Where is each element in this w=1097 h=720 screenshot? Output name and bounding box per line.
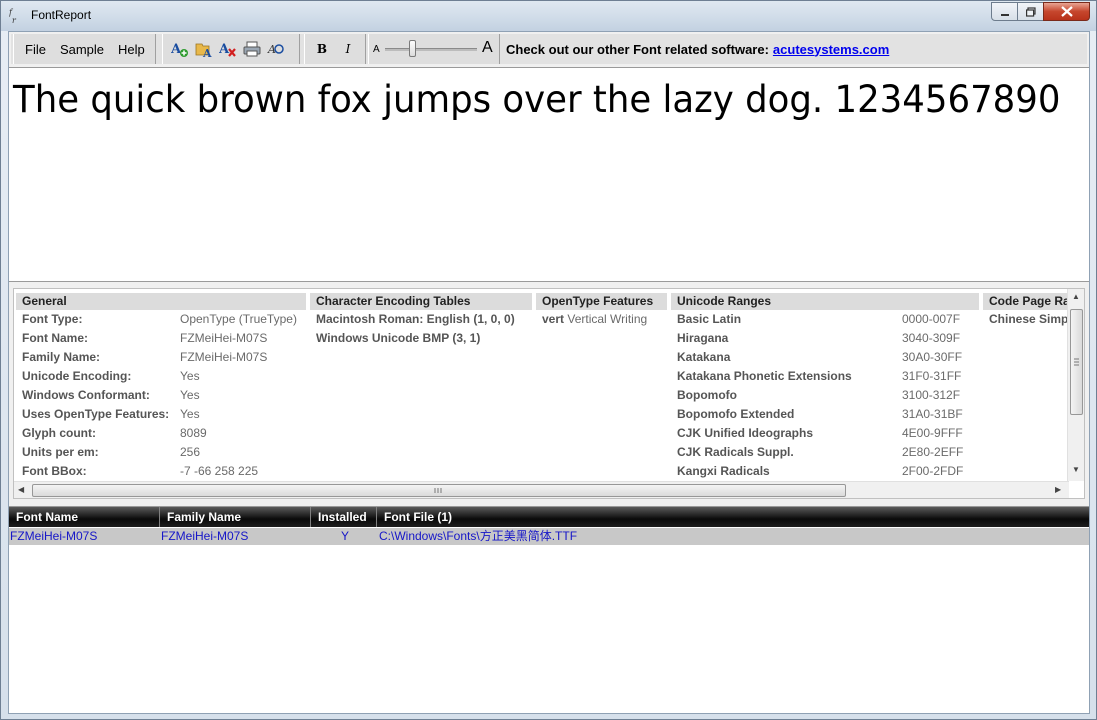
unicode-row: Katakana 30A0-30FF: [677, 350, 963, 364]
promo-text: Check out our other Font related softwar…: [506, 41, 769, 57]
column-font-file[interactable]: Font File (1): [377, 507, 1089, 527]
close-icon: [1060, 6, 1073, 17]
unicode-row: Bopomofo 3100-312F: [677, 388, 961, 402]
app-window: f r FontReport File Sample Help A A A A …: [0, 0, 1097, 720]
size-small-label: A: [373, 44, 380, 55]
encoding-heading: Character Encoding Tables: [310, 293, 532, 310]
minimize-button[interactable]: [991, 2, 1018, 21]
format-tools: B I: [304, 34, 366, 64]
codepage-heading: Code Page Ra: [983, 293, 1069, 310]
unicode-row: Kangxi Radicals 2F00-2FDF: [677, 464, 964, 478]
promo-link[interactable]: acutesystems.com: [773, 42, 889, 57]
grip-icon: [1074, 358, 1079, 366]
info-vertical-scrollbar[interactable]: ▲ ▼: [1067, 289, 1084, 481]
preview-icon: A: [267, 43, 284, 56]
size-large-label: A: [482, 39, 493, 56]
minimize-icon: [1000, 13, 1009, 16]
list-header: Font Name Family Name Installed Font Fil…: [9, 507, 1089, 527]
print-icon: [243, 41, 261, 57]
column-font-name[interactable]: Font Name: [9, 507, 160, 527]
open-font-folder-icon: A: [195, 43, 212, 58]
app-icon: f r: [8, 8, 23, 25]
general-section: General Font Type: OpenType (TrueType) Fo…: [16, 293, 306, 481]
codepage-row: Chinese Simp: [989, 312, 1069, 326]
opentype-heading: OpenType Features: [536, 293, 667, 310]
info-vertical-scroll-thumb[interactable]: [1070, 309, 1083, 415]
scroll-up-icon[interactable]: ▲: [1072, 292, 1080, 301]
cell-family-name: FZMeiHei-M07S: [161, 529, 249, 543]
scroll-right-icon[interactable]: ▶: [1055, 485, 1061, 494]
menu-file[interactable]: File: [18, 42, 53, 57]
general-row: Uses OpenType Features: Yes: [22, 407, 200, 421]
general-row: Glyph count: 8089: [22, 426, 207, 440]
encoding-row: Macintosh Roman: English (1, 0, 0): [316, 312, 515, 326]
general-row: Windows Conformant: Yes: [22, 388, 200, 402]
svg-text:A: A: [171, 42, 182, 57]
bold-button[interactable]: B: [309, 38, 335, 60]
general-heading: General: [16, 293, 306, 310]
general-row: Font Name: FZMeiHei-M07S: [22, 331, 268, 345]
info-horizontal-scrollbar[interactable]: ◀ ▶: [14, 481, 1069, 498]
font-list: Font Name Family Name Installed Font Fil…: [9, 506, 1089, 713]
toolbar: File Sample Help A A A A B I A A Check o…: [11, 34, 1087, 64]
svg-text:A: A: [219, 42, 230, 57]
promo: Check out our other Font related softwar…: [506, 34, 889, 64]
window-title: FontReport: [31, 8, 92, 22]
unicode-row: Katakana Phonetic Extensions 31F0-31FF: [677, 369, 962, 383]
add-font-button[interactable]: A: [168, 38, 192, 60]
info-horizontal-scroll-thumb[interactable]: [32, 484, 846, 497]
open-font-folder-button[interactable]: A: [192, 38, 216, 60]
menu-bar: File Sample Help: [13, 34, 156, 64]
cell-font-name: FZMeiHei-M07S: [10, 529, 98, 543]
size-tools: A A: [368, 34, 500, 64]
menu-sample[interactable]: Sample: [53, 42, 111, 57]
size-slider-thumb[interactable]: [409, 40, 416, 57]
general-row: Unicode Encoding: Yes: [22, 369, 200, 383]
unicode-row: CJK Unified Ideographs 4E00-9FFF: [677, 426, 963, 440]
remove-font-button[interactable]: A: [216, 38, 240, 60]
opentype-row: vert Vertical Writing: [542, 312, 648, 326]
unicode-heading: Unicode Ranges: [671, 293, 979, 310]
menu-help[interactable]: Help: [111, 42, 152, 57]
general-row: Font Type: OpenType (TrueType): [22, 312, 297, 326]
remove-font-icon: A: [219, 42, 236, 57]
unicode-row: CJK Radicals Suppl. 2E80-2EFF: [677, 445, 964, 459]
add-font-icon: A: [171, 42, 188, 57]
codepage-section: Code Page Ra Chinese Simp: [983, 293, 1069, 329]
general-row: Family Name: FZMeiHei-M07S: [22, 350, 268, 364]
unicode-row: Bopomofo Extended 31A0-31BF: [677, 407, 963, 421]
size-slider-track[interactable]: [385, 48, 477, 51]
encoding-section: Character Encoding Tables Macintosh Roma…: [310, 293, 532, 348]
cell-installed: Y: [341, 529, 350, 543]
file-tools: A A A A: [162, 34, 300, 64]
svg-text:A: A: [202, 47, 212, 58]
font-info-pane: General Font Type: OpenType (TrueType) Fo…: [13, 288, 1085, 499]
client-area: File Sample Help A A A A B I A A Check o…: [8, 31, 1090, 714]
sample-text: The quick brown fox jumps over the lazy …: [13, 78, 1061, 121]
opentype-section: OpenType Features vert Vertical Writing: [536, 293, 667, 329]
column-family-name[interactable]: Family Name: [160, 507, 311, 527]
encoding-row: Windows Unicode BMP (3, 1): [316, 331, 481, 345]
scroll-left-icon[interactable]: ◀: [18, 485, 24, 494]
general-row: Font BBox: -7 -66 258 225: [22, 464, 259, 478]
svg-text:r: r: [12, 16, 17, 24]
restore-icon: [1025, 6, 1036, 17]
title-bar: f r FontReport: [1, 1, 1096, 31]
scroll-down-icon[interactable]: ▼: [1072, 465, 1080, 474]
print-button[interactable]: [240, 38, 264, 60]
unicode-row: Basic Latin 0000-007F: [677, 312, 961, 326]
maximize-button[interactable]: [1017, 2, 1044, 21]
italic-button[interactable]: I: [335, 38, 361, 60]
cell-font-file: C:\Windows\Fonts\方正美黑简体.TTF: [379, 529, 578, 543]
column-installed[interactable]: Installed: [311, 507, 377, 527]
general-row: Units per em: 256: [22, 445, 201, 459]
close-button[interactable]: [1043, 2, 1090, 21]
preview-button[interactable]: A: [264, 38, 288, 60]
unicode-section: Unicode Ranges Basic Latin 0000-007F Hira…: [671, 293, 979, 481]
window-controls: [991, 2, 1090, 21]
sample-pane[interactable]: The quick brown fox jumps over the lazy …: [9, 67, 1089, 282]
unicode-row: Hiragana 3040-309F: [677, 331, 961, 345]
grip-icon: [434, 488, 442, 493]
table-row[interactable]: FZMeiHei-M07S FZMeiHei-M07S Y C:\Windows…: [9, 528, 1089, 545]
